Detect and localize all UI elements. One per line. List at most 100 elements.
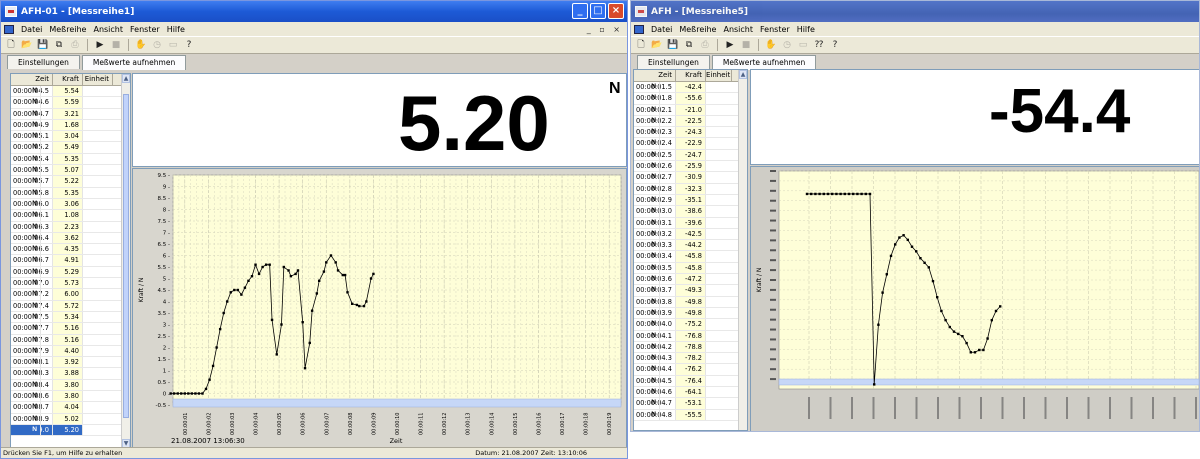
table-row[interactable]: 00:00:07.8 5.16 N [11, 334, 130, 346]
table-row[interactable]: 00:00:04.2 -78.8 N [634, 341, 747, 354]
table-row[interactable]: 00:00:04.7 3.21 N [11, 108, 130, 120]
window-icon[interactable]: ▭ [167, 39, 179, 51]
table-row[interactable]: 00:00:03.8 -49.8 N [634, 296, 747, 308]
table-row[interactable]: 00:00:03.9 -49.8 N [634, 307, 747, 320]
clock-icon[interactable]: ◷ [151, 39, 163, 51]
play-icon[interactable]: ▶ [94, 39, 106, 51]
clock-icon[interactable]: ◷ [781, 39, 793, 51]
table-row[interactable]: 00:00:04.6 -64.1 N [634, 387, 747, 399]
table-row[interactable]: 00:00:03.3 -44.2 N [634, 240, 747, 252]
help-icon[interactable]: ? [183, 39, 195, 51]
stop-icon[interactable]: ■ [110, 39, 122, 51]
menu-hilfe[interactable]: Hilfe [797, 25, 815, 34]
new-file-icon[interactable]: 🗋 [5, 39, 17, 51]
scroll-up-icon[interactable]: ▲ [739, 70, 747, 79]
table-row[interactable]: 00:00:07.7 5.16 N [11, 323, 130, 335]
table-row[interactable]: 00:00:01.5 -42.4 N [634, 82, 747, 94]
table-row[interactable]: 00:00:07.5 5.34 N [11, 311, 130, 324]
table-row[interactable]: 00:00:03.1 -39.6 N [634, 217, 747, 229]
menu-datei[interactable]: Datei [21, 25, 42, 34]
open-folder-icon[interactable]: 📂 [651, 39, 663, 51]
table-row[interactable]: 00:00:08.6 3.80 N [11, 391, 130, 403]
column-header-zeit[interactable]: Zeit [634, 70, 676, 81]
menu-fenster[interactable]: Fenster [130, 25, 160, 34]
table-row[interactable]: 00:00:04.6 5.59 N [11, 97, 130, 109]
table-row[interactable]: 00:00:03.7 -49.3 N [634, 285, 747, 297]
help-icon[interactable]: ? [829, 39, 841, 51]
table-row[interactable]: 00:00:02.9 -35.1 N [634, 194, 747, 207]
mdi-controls[interactable]: _ ▫ × [587, 25, 623, 34]
table-row[interactable]: 00:00:06.3 2.23 N [11, 221, 130, 233]
menu-ansicht[interactable]: Ansicht [723, 25, 753, 34]
table-row[interactable]: 00:00:08.3 3.88 N [11, 368, 130, 380]
table-row[interactable]: 00:00:09.05.20N [11, 424, 130, 437]
table-row[interactable]: 00:00:07.4 5.72 N [11, 300, 130, 312]
column-header-zeit[interactable]: Zeit [11, 74, 53, 85]
table-row[interactable]: 00:00:04.9 1.68 N [11, 119, 130, 132]
open-folder-icon[interactable]: 📂 [21, 39, 33, 51]
table-row[interactable]: 00:00:03.5 -45.8 N [634, 262, 747, 275]
table-row[interactable]: 00:00:04.8 -55.5 N [634, 409, 747, 421]
save-icon[interactable]: 💾 [667, 39, 679, 51]
table-row[interactable]: 00:00:06.9 5.29 N [11, 266, 130, 279]
minimize-button[interactable]: _ [572, 3, 588, 19]
title-bar[interactable]: AFH-01 - [Messreihe1] _ □ × [1, 1, 627, 22]
table-row[interactable]: 00:00:07.9 4.40 N [11, 345, 130, 358]
table-row[interactable]: 00:00:04.7 -53.1 N [634, 398, 747, 410]
table-row[interactable]: 00:00:04.3 -78.2 N [634, 353, 747, 365]
table-row[interactable]: 00:00:03.2 -42.5 N [634, 228, 747, 241]
table-row[interactable]: 00:00:06.6 4.35 N [11, 244, 130, 256]
table-row[interactable]: 00:00:06.7 4.91 N [11, 255, 130, 267]
table-row[interactable]: 00:00:07.2 6.00 N [11, 289, 130, 301]
close-button[interactable]: × [608, 3, 624, 19]
menu-fenster[interactable]: Fenster [760, 25, 790, 34]
maximize-button[interactable]: □ [590, 3, 606, 19]
copy-icon[interactable]: ⧉ [53, 39, 65, 51]
table-row[interactable]: 00:00:04.5 5.54 N [11, 86, 130, 98]
stop-icon[interactable]: ■ [740, 39, 752, 51]
table-row[interactable]: 00:00:02.3 -24.3 N [634, 127, 747, 139]
table-row[interactable]: 00:00:05.2 5.49 N [11, 142, 130, 154]
tab-einstellungen[interactable]: Einstellungen [637, 55, 710, 69]
hand-icon[interactable]: ✋ [765, 39, 777, 51]
tab-messwerte-aufnehmen[interactable]: Meßwerte aufnehmen [81, 55, 187, 70]
table-row[interactable]: 00:00:03.0 -38.6 N [634, 206, 747, 218]
table-row[interactable]: 00:00:03.4 -45.8 N [634, 251, 747, 263]
table-row[interactable]: 00:00:07.0 5.73 N [11, 278, 130, 290]
table-row[interactable]: 00:00:02.8 -32.3 N [634, 183, 747, 195]
menu-ansicht[interactable]: Ansicht [93, 25, 123, 34]
table-row[interactable]: 00:00:08.1 3.92 N [11, 357, 130, 369]
table-row[interactable]: 00:00:02.2 -22.5 N [634, 115, 747, 128]
scroll-up-icon[interactable]: ▲ [122, 74, 130, 83]
play-icon[interactable]: ▶ [724, 39, 736, 51]
table-row[interactable]: 00:00:02.1 -21.0 N [634, 104, 747, 116]
column-header-kraft[interactable]: Kraft [53, 74, 83, 85]
column-header-einheit[interactable]: Einheit [706, 70, 732, 81]
table-row[interactable]: 00:00:02.6 -25.9 N [634, 161, 747, 173]
copy-icon[interactable]: ⧉ [683, 39, 695, 51]
table-row[interactable]: 00:00:02.4 -22.9 N [634, 138, 747, 150]
menu-hilfe[interactable]: Hilfe [167, 25, 185, 34]
menu-messreihe[interactable]: Meßreihe [49, 25, 86, 34]
menu-datei[interactable]: Datei [651, 25, 672, 34]
table-row[interactable]: 00:00:06.1 1.08 N [11, 210, 130, 222]
table-row[interactable]: 00:00:08.4 3.80 N [11, 379, 130, 392]
context-help-icon[interactable]: ⁇ [813, 39, 825, 51]
table-scrollbar[interactable]: ▲ [738, 70, 747, 430]
column-header-kraft[interactable]: Kraft [676, 70, 706, 81]
window-icon[interactable]: ▭ [797, 39, 809, 51]
table-row[interactable]: 00:00:04.0 -75.2 N [634, 319, 747, 331]
menu-messreihe[interactable]: Meßreihe [679, 25, 716, 34]
table-row[interactable]: 00:00:05.8 5.35 N [11, 187, 130, 199]
table-row[interactable]: 00:00:03.6 -47.2 N [634, 274, 747, 286]
title-bar[interactable]: AFH - [Messreihe5] [631, 1, 1199, 22]
table-row[interactable]: 00:00:04.5 -76.4 N [634, 375, 747, 388]
hand-icon[interactable]: ✋ [135, 39, 147, 51]
table-row[interactable]: 00:00:05.7 5.22 N [11, 176, 130, 188]
column-header-einheit[interactable]: Einheit [83, 74, 113, 85]
tab-einstellungen[interactable]: Einstellungen [7, 55, 80, 69]
table-row[interactable]: 00:00:02.7 -30.9 N [634, 172, 747, 184]
table-row[interactable]: 00:00:08.7 4.04 N [11, 402, 130, 414]
save-icon[interactable]: 💾 [37, 39, 49, 51]
table-row[interactable]: 00:00:01.8 -55.6 N [634, 93, 747, 105]
